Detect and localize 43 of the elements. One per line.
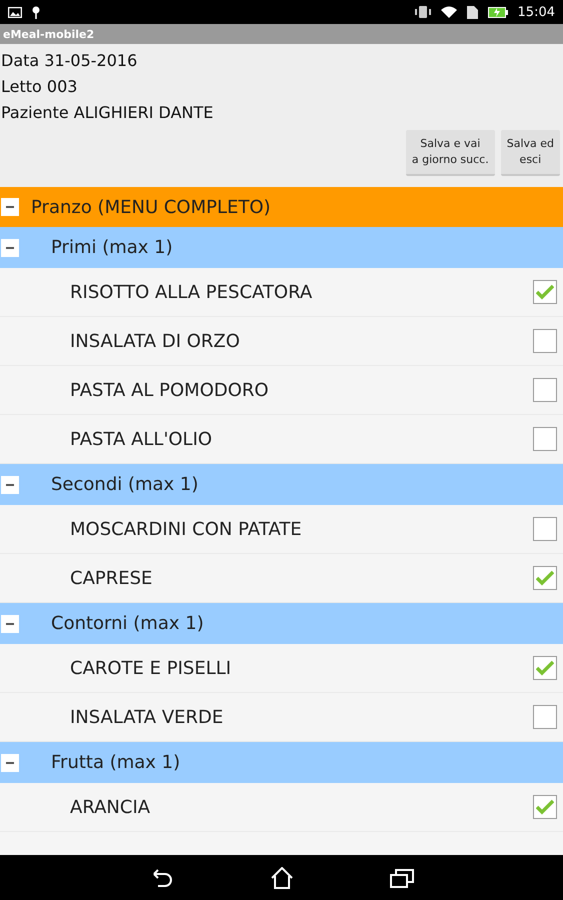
collapse-icon[interactable] [1,238,19,256]
collapse-icon[interactable] [1,198,19,216]
recent-apps-icon[interactable] [390,868,414,888]
checkbox[interactable] [533,378,557,402]
dish-name: RISOTTO ALLA PESCATORA [70,282,312,302]
checkbox[interactable] [533,795,557,819]
dish-name: INSALATA VERDE [70,706,224,728]
checkbox[interactable] [533,329,557,353]
group-title: Contorni (max 1) [51,613,204,634]
battery-icon [488,6,508,18]
dish-name: PASTA AL POMODORO [70,380,269,400]
collapse-icon[interactable] [1,614,19,632]
dish-name: MOSCARDINI CON PATATE [70,518,302,540]
dish-name: ARANCIA [70,796,150,818]
save-button[interactable]: Salva ed esci [500,130,560,176]
wifi-icon [440,6,457,18]
group-title: Primi (max 1) [51,237,173,258]
info-text: Data 31-05-2016 [0,50,138,72]
clock-time: 15:04 [518,4,555,20]
checkbox[interactable] [533,517,557,541]
checkbox[interactable] [533,656,557,680]
checkbox[interactable] [533,566,557,590]
group-title: Secondi (max 1) [51,474,198,495]
dish-name: CAPRESE [70,568,152,588]
home-icon[interactable] [270,866,294,888]
collapse-icon[interactable] [1,476,19,494]
window-title: eMeal-mobile2 [3,28,94,40]
dish-name: INSALATA DI ORZO [70,330,240,352]
image-icon [8,6,22,18]
sim-icon [466,6,478,18]
checkbox[interactable] [533,280,557,304]
meal-title: Pranzo (MENU COMPLETO) [31,196,271,218]
vibrate-icon [414,6,431,18]
dish-name: CAROTE E PISELLI [70,658,232,678]
save-button[interactable]: Salva e vai a giorno succ. [406,130,495,176]
checkbox[interactable] [533,705,557,729]
checkbox[interactable] [533,427,557,451]
pin-icon [32,6,40,18]
info-text: Paziente ALIGHIERI DANTE [0,102,214,124]
dish-name: PASTA ALL'OLIO [70,428,212,450]
collapse-icon[interactable] [1,754,19,772]
info-text: Letto 003 [0,76,78,98]
group-title: Frutta (max 1) [51,752,180,773]
